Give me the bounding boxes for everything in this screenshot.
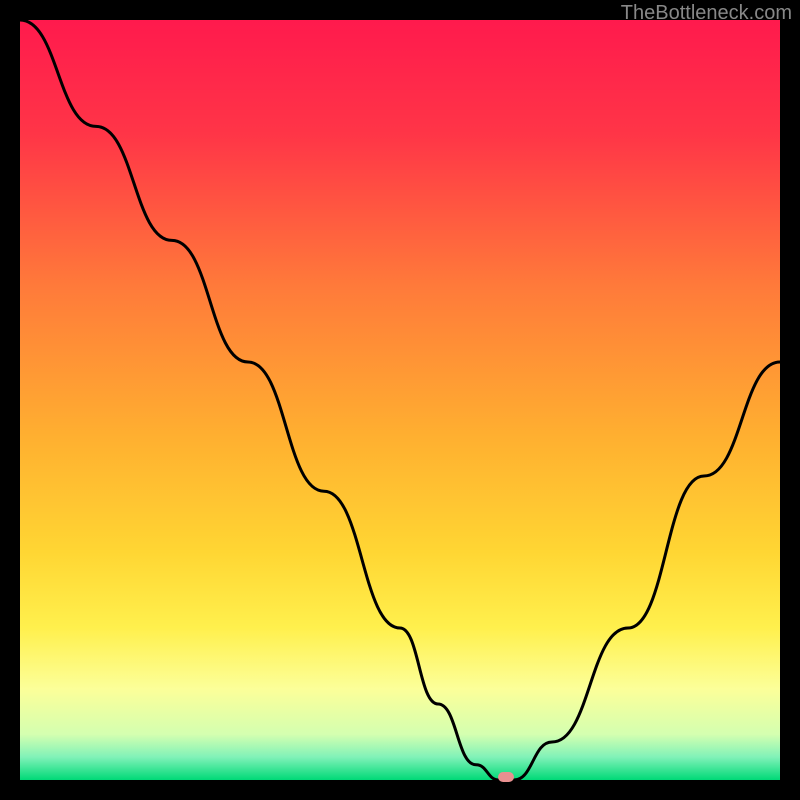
bottleneck-curve xyxy=(20,20,780,780)
watermark-text: TheBottleneck.com xyxy=(621,2,792,25)
chart-container: TheBottleneck.com xyxy=(0,0,800,800)
plot-area xyxy=(20,20,780,780)
optimal-marker xyxy=(498,772,514,782)
